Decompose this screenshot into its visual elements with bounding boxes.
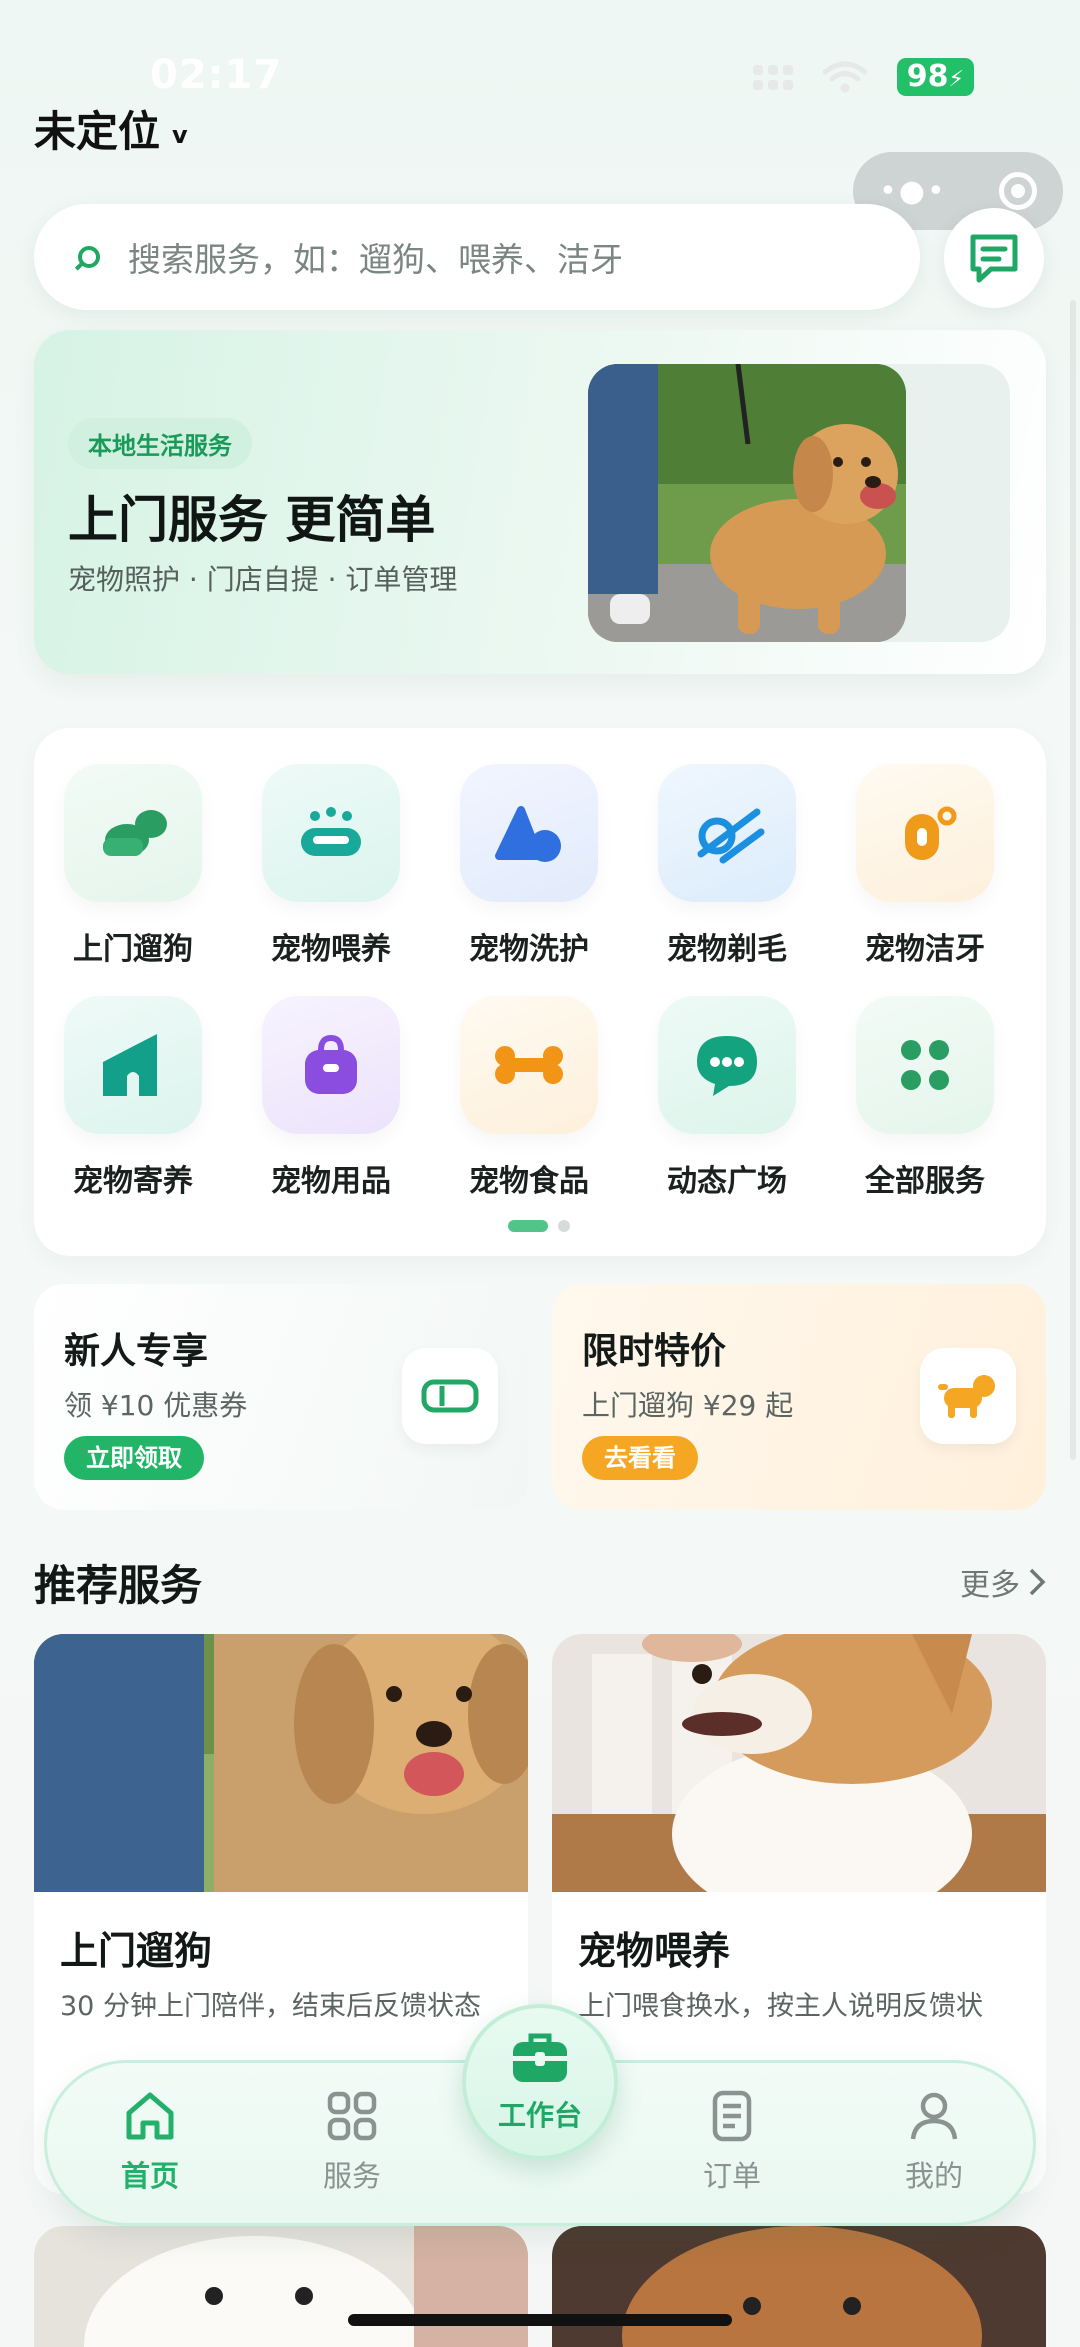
category-label: 宠物寄养 [73, 1164, 193, 1199]
service-card-peek[interactable] [34, 2226, 528, 2347]
category-all-services[interactable]: 全部服务 [826, 996, 1024, 1200]
dog-walk-icon [64, 764, 202, 902]
banner-subtitle: 宠物照护 · 门店自提 · 订单管理 [68, 563, 458, 596]
toothbrush-icon [856, 764, 994, 902]
section-title: 推荐服务 [34, 1561, 203, 1610]
tab-profile[interactable]: 我的 [869, 2089, 999, 2195]
category-label: 宠物洗护 [469, 932, 589, 967]
category-pet-boarding[interactable]: 宠物寄养 [34, 996, 232, 1200]
grid-dots-icon [856, 996, 994, 1134]
promo-subtitle: 上门遛狗 ¥29 起 [582, 1389, 794, 1422]
category-pet-food[interactable]: 宠物食品 [430, 996, 628, 1200]
category-community[interactable]: 动态广场 [628, 996, 826, 1200]
signal-icon [752, 64, 793, 90]
message-button[interactable] [944, 208, 1044, 308]
bath-shapes-icon [460, 764, 598, 902]
chevron-down-icon: v [172, 120, 188, 149]
charging-icon: ⚡ [948, 67, 964, 92]
promo-subtitle: 领 ¥10 优惠券 [64, 1389, 248, 1422]
close-target-icon[interactable] [998, 172, 1037, 210]
battery-indicator: 98⚡ [896, 58, 974, 96]
briefcase-icon [513, 2033, 567, 2082]
message-icon [970, 234, 1018, 283]
pet-house-icon [64, 996, 202, 1134]
promo-limited-offer[interactable]: 限时特价 上门遛狗 ¥29 起 去看看 [552, 1284, 1046, 1510]
search-bar[interactable]: 搜索服务，如：遛狗、喂养、洁牙 [34, 204, 920, 310]
tab-orders[interactable]: 订单 [667, 2089, 797, 2195]
category-label: 全部服务 [865, 1164, 985, 1199]
dog-icon [920, 1348, 1016, 1444]
service-title: 上门遛狗 [60, 1929, 213, 1973]
tab-services[interactable]: 服务 [287, 2089, 417, 2195]
search-icon [78, 246, 100, 268]
category-pet-shave[interactable]: 宠物剃毛 [628, 764, 826, 968]
more-dots-icon[interactable]: •●• [879, 174, 947, 209]
promo-new-user[interactable]: 新人专享 领 ¥10 优惠券 立即领取 [34, 1284, 528, 1510]
pager-dot [558, 1220, 570, 1232]
tab-label: 工作台 [497, 2099, 582, 2132]
scrollbar[interactable] [1070, 300, 1076, 1460]
category-pet-teeth[interactable]: 宠物洁牙 [826, 764, 1024, 968]
bag-icon [262, 996, 400, 1134]
golden-retriever-photo [588, 364, 906, 642]
dog-walk-photo [34, 1634, 528, 1892]
banner-photo-frame [588, 364, 1010, 642]
white-dog-photo [34, 2226, 528, 2347]
clipper-icon [658, 764, 796, 902]
tab-workbench[interactable]: 工作台 [462, 2004, 618, 2160]
location-selector[interactable]: 未定位 v [34, 98, 188, 159]
tab-label: 首页 [120, 2159, 179, 2193]
category-label: 动态广场 [667, 1164, 787, 1199]
category-pet-feeding[interactable]: 宠物喂养 [232, 764, 430, 968]
tab-home[interactable]: 首页 [85, 2089, 215, 2195]
banner-title: 上门服务 更简单 [68, 491, 436, 549]
chat-bubble-icon [658, 996, 796, 1134]
search-input[interactable]: 搜索服务，如：遛狗、喂养、洁牙 [128, 233, 623, 281]
service-card-peek[interactable] [552, 2226, 1046, 2347]
banner-tag: 本地生活服务 [68, 418, 252, 469]
more-link[interactable]: 更多 [960, 1560, 1046, 1604]
user-icon [910, 2092, 958, 2140]
location-label: 未定位 [34, 107, 161, 156]
category-label: 上门遛狗 [73, 932, 193, 967]
claim-coupon-button[interactable]: 立即领取 [64, 1436, 204, 1480]
home-icon [126, 2092, 174, 2140]
service-description: 30 分钟上门陪伴，结束后反馈状态 [60, 1991, 481, 2022]
home-indicator [348, 2314, 732, 2326]
tab-label: 服务 [322, 2159, 381, 2193]
promo-title: 新人专享 [64, 1331, 209, 1372]
category-label: 宠物洁牙 [865, 932, 985, 967]
coupon-icon [402, 1348, 498, 1444]
category-pager [508, 1220, 570, 1232]
service-title: 宠物喂养 [578, 1929, 731, 1973]
category-dog-walk[interactable]: 上门遛狗 [34, 764, 232, 968]
status-icons: 98⚡ [752, 58, 974, 96]
category-label: 宠物食品 [469, 1164, 589, 1199]
promo-title: 限时特价 [582, 1331, 727, 1372]
grid-icon [327, 2091, 377, 2141]
pet-bowl-icon [262, 764, 400, 902]
more-label: 更多 [960, 1568, 1020, 1603]
order-list-icon [712, 2090, 752, 2142]
view-offer-button[interactable]: 去看看 [582, 1436, 698, 1480]
poodle-photo [552, 2226, 1046, 2347]
category-grid: 上门遛狗 宠物喂养 宠物洗护 宠物剃毛 宠物洁牙 宠物寄养 宠物用品 宠物食品 … [34, 728, 1046, 1256]
bone-icon [460, 996, 598, 1134]
status-time: 02:17 [150, 52, 283, 98]
category-label: 宠物剃毛 [667, 932, 787, 967]
chevron-right-icon [1029, 1568, 1046, 1596]
category-pet-bath[interactable]: 宠物洗护 [430, 764, 628, 968]
tab-label: 订单 [702, 2159, 761, 2193]
category-label: 宠物喂养 [271, 932, 391, 967]
corgi-photo [552, 1634, 1046, 1892]
category-label: 宠物用品 [271, 1164, 391, 1199]
pager-dot-active [508, 1220, 548, 1232]
hero-banner[interactable]: 本地生活服务 上门服务 更简单 宠物照护 · 门店自提 · 订单管理 [34, 330, 1046, 674]
battery-level: 98 [906, 59, 949, 94]
category-pet-supplies[interactable]: 宠物用品 [232, 996, 430, 1200]
service-description: 上门喂食换水，按主人说明反馈状 [578, 1991, 983, 2022]
tab-label: 我的 [904, 2159, 963, 2193]
wifi-icon [822, 61, 867, 93]
